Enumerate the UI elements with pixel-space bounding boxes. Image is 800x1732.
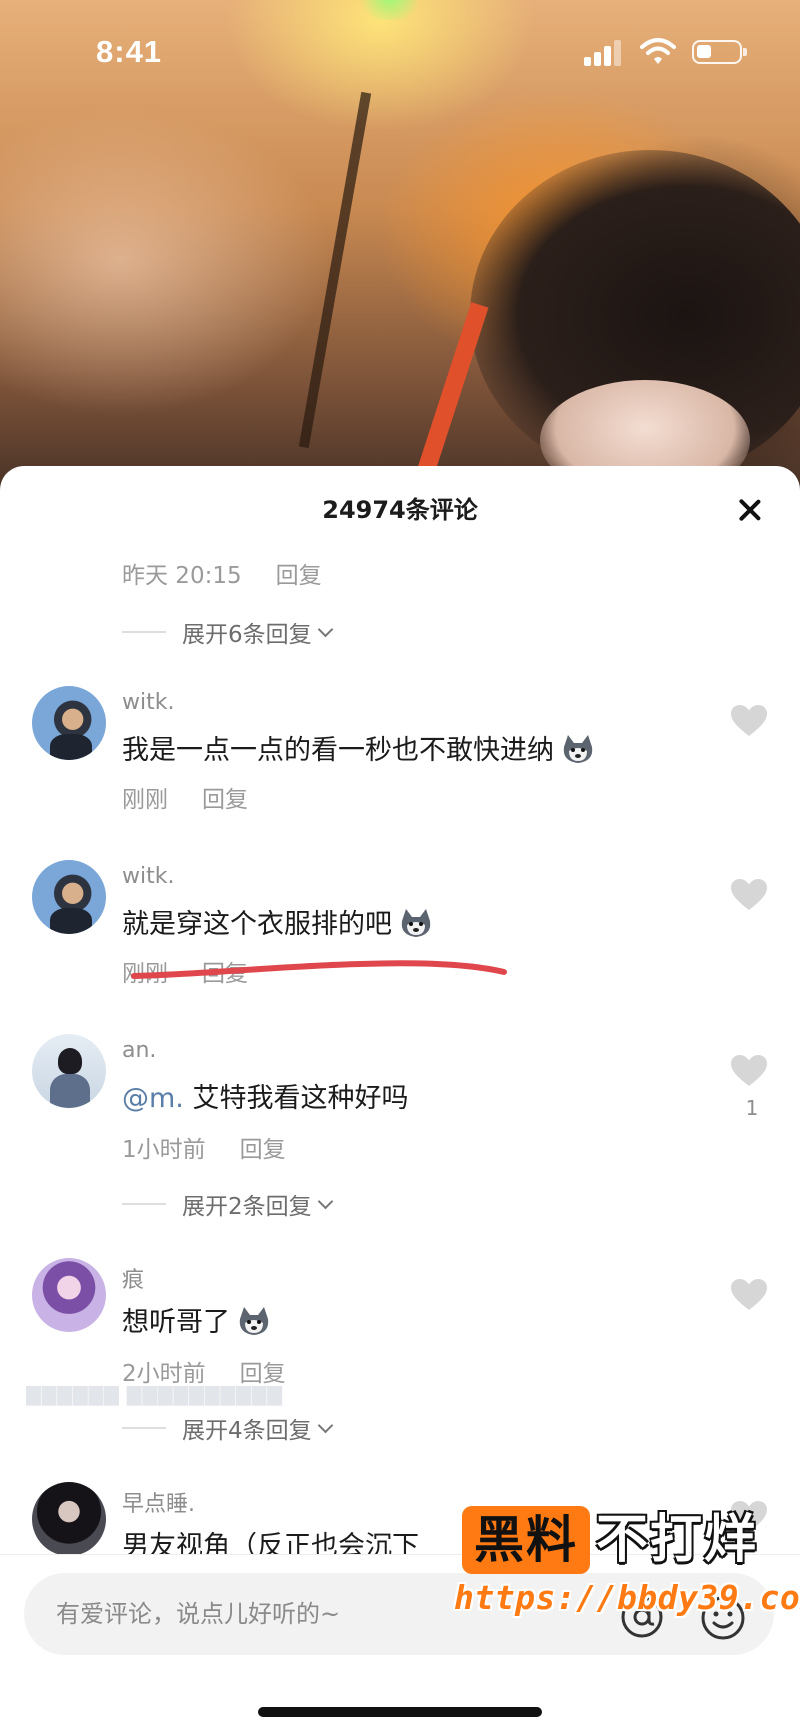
expand-replies-label: 展开6条回复: [182, 622, 312, 648]
comment-text: 就是穿这个衣服排的吧: [122, 902, 434, 941]
husky-emoji-icon: [401, 909, 431, 937]
comment-text: 想听哥了: [122, 1300, 272, 1339]
expand-replies-button[interactable]: 展开2条回复: [122, 1186, 333, 1222]
comment-text: 我是一点一点的看一秒也不敢快进纳: [122, 728, 596, 767]
comment-time: 刚刚: [122, 961, 168, 987]
divider-line: [122, 1427, 166, 1429]
husky-emoji-icon: [239, 1307, 269, 1335]
close-icon[interactable]: [730, 490, 770, 530]
status-bar: 8:41: [0, 0, 800, 100]
avatar[interactable]: [32, 860, 106, 934]
heart-icon[interactable]: [730, 1054, 768, 1088]
expand-replies-button[interactable]: 展开4条回复: [122, 1410, 333, 1446]
comment-time: 刚刚: [122, 787, 168, 813]
chevron-down-icon: [317, 1417, 333, 1433]
comment-username[interactable]: witk.: [122, 864, 174, 889]
comment-count-title: 24974条评论: [322, 496, 478, 524]
home-indicator: [258, 1707, 542, 1717]
emoji-picker-icon[interactable]: [700, 1595, 746, 1641]
chevron-down-icon: [317, 1193, 333, 1209]
comment-text-content: 艾特我看这种好吗: [192, 1083, 409, 1114]
comment-meta: 刚刚 回复: [122, 780, 248, 814]
expand-replies-label: 展开4条回复: [182, 1418, 312, 1444]
wifi-icon: [640, 38, 676, 64]
comment-meta: 2小时前 回复: [122, 1354, 286, 1388]
at-mention-icon[interactable]: [620, 1595, 664, 1639]
comment-text: @m. 艾特我看这种好吗: [122, 1076, 408, 1115]
expand-replies-label: 展开2条回复: [182, 1194, 312, 1220]
avatar[interactable]: [32, 1258, 106, 1332]
comment-meta: 1小时前 回复: [122, 1130, 286, 1164]
status-time: 8:41: [96, 34, 163, 69]
divider-line: [122, 631, 166, 633]
comment-meta: 昨天 20:15 回复: [122, 556, 322, 590]
like-count: 1: [745, 1096, 759, 1120]
heart-icon[interactable]: [730, 1500, 768, 1534]
avatar[interactable]: [32, 686, 106, 760]
reply-button[interactable]: 回复: [202, 961, 248, 987]
sheet-header: 24974条评论: [0, 466, 800, 550]
mention-link[interactable]: @m.: [122, 1083, 184, 1114]
heart-icon[interactable]: [730, 1278, 768, 1312]
reply-button[interactable]: 回复: [202, 787, 248, 813]
comment-username[interactable]: 痕: [122, 1262, 144, 1294]
heart-icon[interactable]: [730, 704, 768, 738]
signal-icon: [584, 40, 622, 66]
comment-time: 昨天 20:15: [122, 563, 242, 589]
comment-text-content: 想听哥了: [122, 1307, 230, 1338]
faint-watermark: ▇▇▇▇▇▇ ▇▇▇▇▇▇▇▇▇▇: [26, 1384, 283, 1406]
chevron-down-icon: [317, 621, 333, 637]
comment-username[interactable]: an.: [122, 1038, 156, 1063]
avatar[interactable]: [32, 1482, 106, 1556]
husky-emoji-icon: [563, 735, 593, 763]
comment-text-content: 我是一点一点的看一秒也不敢快进纳: [122, 735, 554, 766]
comment-username[interactable]: 早点睡.: [122, 1486, 195, 1518]
comment-time: 1小时前: [122, 1137, 206, 1163]
battery-icon: [692, 40, 747, 64]
comment-meta: 刚刚 回复: [122, 954, 248, 988]
comment-input-bar: [0, 1554, 800, 1732]
expand-replies-button[interactable]: 展开6条回复: [122, 614, 333, 650]
avatar[interactable]: [32, 1034, 106, 1108]
reply-button[interactable]: 回复: [240, 1137, 286, 1163]
comment-username[interactable]: witk.: [122, 690, 174, 715]
video-pole-shape: [298, 91, 372, 449]
comment-text-content: 就是穿这个衣服排的吧: [122, 909, 392, 940]
divider-line: [122, 1203, 166, 1205]
heart-icon[interactable]: [730, 878, 768, 912]
reply-button[interactable]: 回复: [276, 563, 322, 589]
